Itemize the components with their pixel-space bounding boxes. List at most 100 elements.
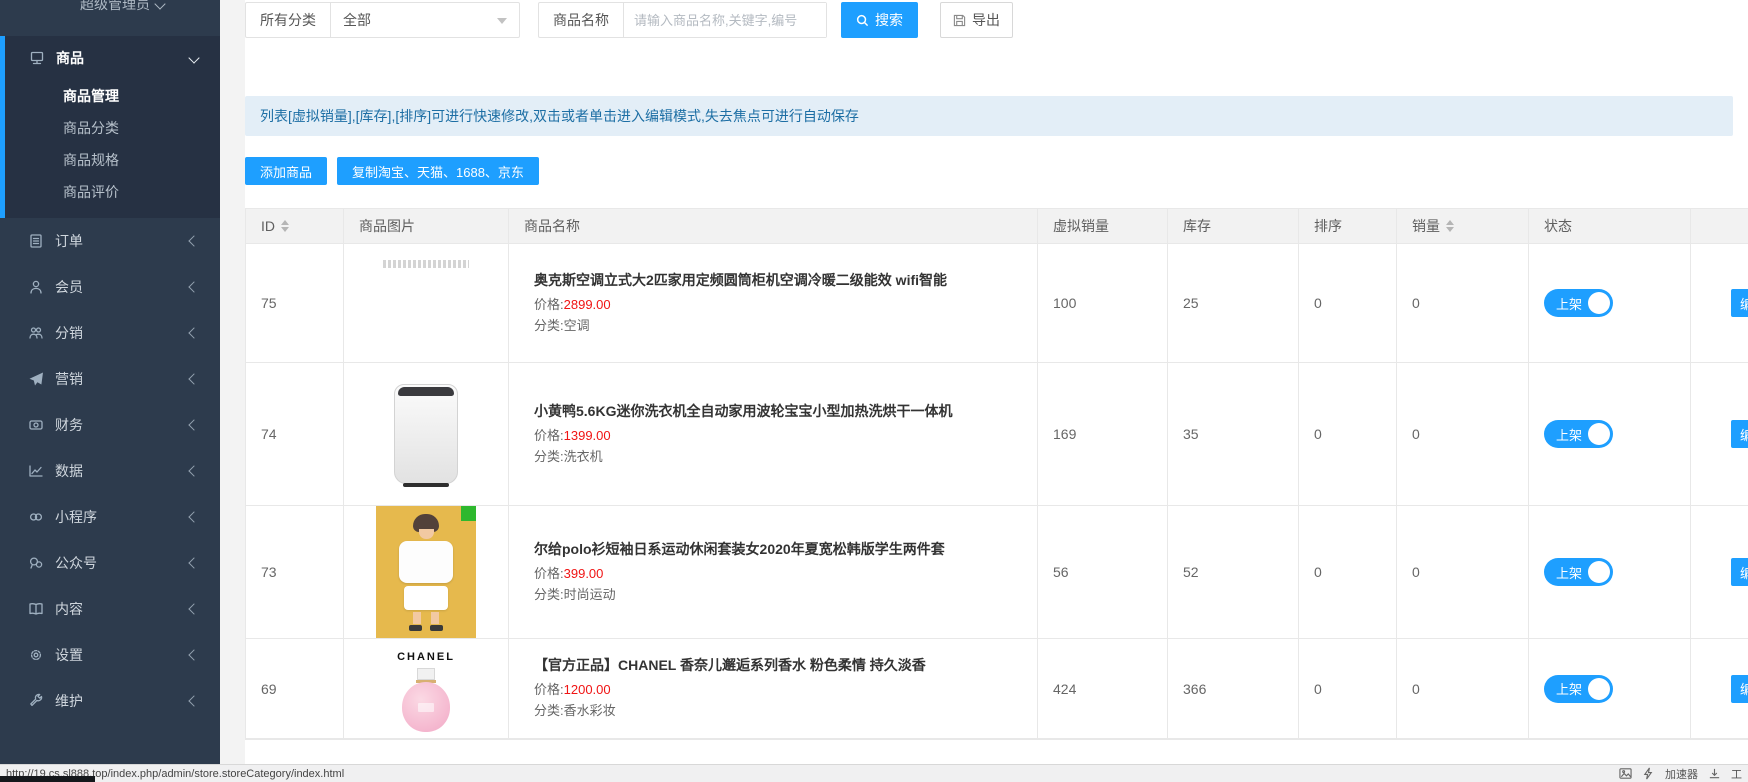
image-icon[interactable]	[1619, 767, 1632, 780]
chevron-left-icon	[188, 603, 199, 614]
search-button[interactable]: 搜索	[841, 2, 918, 38]
header-sort: 排序	[1299, 209, 1397, 243]
brand-text: CHANEL	[397, 651, 455, 663]
cell-virtual-sales[interactable]: 100	[1038, 244, 1168, 362]
chevron-down-icon	[188, 52, 199, 63]
sidebar-item-data[interactable]: 数据	[0, 448, 220, 494]
header-status: 状态	[1529, 209, 1691, 243]
chevron-left-icon	[188, 511, 199, 522]
cell-action: 编	[1691, 244, 1748, 362]
chevron-left-icon	[188, 649, 199, 660]
product-price: 价格:399.00	[534, 564, 603, 585]
sort-icon[interactable]	[281, 220, 289, 232]
status-toggle[interactable]: 上架	[1544, 558, 1613, 586]
product-category: 分类:空调	[534, 316, 590, 337]
cell-sort[interactable]: 0	[1299, 506, 1397, 638]
product-name-input[interactable]	[624, 3, 826, 37]
status-toggle[interactable]: 上架	[1544, 289, 1613, 317]
app-root: { "sidebar": { "user": "超级管理员", "product…	[0, 0, 1748, 782]
header-sales[interactable]: 销量	[1397, 209, 1529, 243]
sidebar-item-marketing[interactable]: 营销	[0, 356, 220, 402]
official-account-icon	[28, 555, 44, 571]
add-product-button[interactable]: 添加商品	[245, 157, 327, 185]
product-price: 价格:1200.00	[534, 680, 611, 701]
sidebar-item-finance[interactable]: 财务	[0, 402, 220, 448]
sidebar-item-maintenance[interactable]: 维护	[0, 678, 220, 724]
cell-stock[interactable]: 25	[1168, 244, 1299, 362]
sidebar-item-distribution[interactable]: 分销	[0, 310, 220, 356]
cell-image	[344, 244, 509, 362]
data-icon	[28, 463, 44, 479]
accelerator-label[interactable]: 加速器	[1665, 766, 1698, 782]
category-filter-label: 所有分类	[246, 3, 331, 37]
chevron-left-icon	[188, 465, 199, 476]
edit-button[interactable]: 编	[1731, 289, 1748, 317]
sidebar-item-label: 维护	[55, 691, 190, 711]
cell-status: 上架	[1529, 506, 1691, 638]
flash-icon[interactable]	[1642, 767, 1655, 780]
cell-virtual-sales[interactable]: 169	[1038, 363, 1168, 505]
sidebar-item-miniprogram[interactable]: 小程序	[0, 494, 220, 540]
current-user[interactable]: 超级管理员	[0, 0, 220, 14]
cell-sort[interactable]: 0	[1299, 639, 1397, 738]
edit-button[interactable]: 编	[1731, 558, 1748, 586]
product-title: 小黄鸭5.6KG迷你洗衣机全自动家用波轮宝宝小型加热洗烘干一体机	[534, 401, 952, 421]
sidebar-item-label: 订单	[55, 231, 190, 251]
sidebar-item-product-review[interactable]: 商品评价	[5, 176, 220, 208]
sidebar-item-product-category[interactable]: 商品分类	[5, 112, 220, 144]
status-toggle[interactable]: 上架	[1544, 420, 1613, 448]
sidebar-item-products[interactable]: 商品	[5, 36, 220, 80]
content-gutter	[220, 0, 245, 764]
header-name: 商品名称	[509, 209, 1038, 243]
finance-icon	[28, 417, 44, 433]
cell-name: 小黄鸭5.6KG迷你洗衣机全自动家用波轮宝宝小型加热洗烘干一体机 价格:1399…	[509, 363, 1038, 505]
export-button[interactable]: 导出	[940, 2, 1013, 38]
table-row: 75 奥克斯空调立式大2匹家用定频圆筒柜机空调冷暖二级能效 wifi智能 价格:…	[246, 244, 1748, 363]
sort-icon[interactable]	[1446, 220, 1454, 232]
partial-toolbar-text: 工	[1731, 766, 1742, 782]
gear-icon	[28, 647, 44, 663]
cell-action: 编	[1691, 639, 1748, 738]
sidebar-item-settings[interactable]: 设置	[0, 632, 220, 678]
products-table: ID 商品图片 商品名称 虚拟销量 库存 排序 销量 状态 75 奥克斯空调立式…	[245, 208, 1748, 740]
copy-product-button[interactable]: 复制淘宝、天猫、1688、京东	[337, 157, 539, 185]
product-title: 【官方正品】CHANEL 香奈儿邂逅系列香水 粉色柔情 持久淡香	[534, 655, 926, 675]
cell-action: 编	[1691, 506, 1748, 638]
sidebar-item-members[interactable]: 会员	[0, 264, 220, 310]
table-actions: 添加商品 复制淘宝、天猫、1688、京东	[245, 157, 539, 185]
toggle-knob	[1588, 678, 1610, 700]
sidebar-item-product-spec[interactable]: 商品规格	[5, 144, 220, 176]
cell-image	[344, 506, 509, 638]
marketing-icon	[28, 371, 44, 387]
category-select[interactable]: 全部	[331, 3, 519, 37]
sidebar-item-label: 数据	[55, 461, 190, 481]
edit-button[interactable]: 编	[1731, 420, 1748, 448]
cell-name: 【官方正品】CHANEL 香奈儿邂逅系列香水 粉色柔情 持久淡香 价格:1200…	[509, 639, 1038, 738]
sidebar-item-content[interactable]: 内容	[0, 586, 220, 632]
product-price: 价格:2899.00	[534, 295, 611, 316]
header-id[interactable]: ID	[246, 209, 344, 243]
cell-image: CHANEL	[344, 639, 509, 738]
edit-button[interactable]: 编	[1731, 675, 1748, 703]
chevron-left-icon	[188, 557, 199, 568]
cell-action: 编	[1691, 363, 1748, 505]
category-filter-group: 所有分类 全部	[245, 2, 520, 38]
product-category: 分类:时尚运动	[534, 585, 616, 606]
cell-id: 74	[246, 363, 344, 505]
sidebar-item-orders[interactable]: 订单	[0, 218, 220, 264]
cell-sort[interactable]: 0	[1299, 244, 1397, 362]
cell-stock[interactable]: 35	[1168, 363, 1299, 505]
cell-stock[interactable]: 52	[1168, 506, 1299, 638]
cell-stock[interactable]: 366	[1168, 639, 1299, 738]
cell-sort[interactable]: 0	[1299, 363, 1397, 505]
info-alert: 列表[虚拟销量],[库存],[排序]可进行快速修改,双击或者单击进入编辑模式,失…	[245, 96, 1733, 136]
sidebar-item-official-account[interactable]: 公众号	[0, 540, 220, 586]
table-header-row: ID 商品图片 商品名称 虚拟销量 库存 排序 销量 状态	[246, 209, 1748, 244]
status-toggle[interactable]: 上架	[1544, 675, 1613, 703]
save-icon	[953, 14, 966, 27]
sidebar-item-product-manage[interactable]: 商品管理	[5, 80, 220, 112]
download-icon[interactable]	[1708, 767, 1721, 780]
cell-virtual-sales[interactable]: 56	[1038, 506, 1168, 638]
cell-virtual-sales[interactable]: 424	[1038, 639, 1168, 738]
sidebar-menu: 商品 商品管理 商品分类 商品规格 商品评价 订单 会员	[0, 36, 220, 724]
